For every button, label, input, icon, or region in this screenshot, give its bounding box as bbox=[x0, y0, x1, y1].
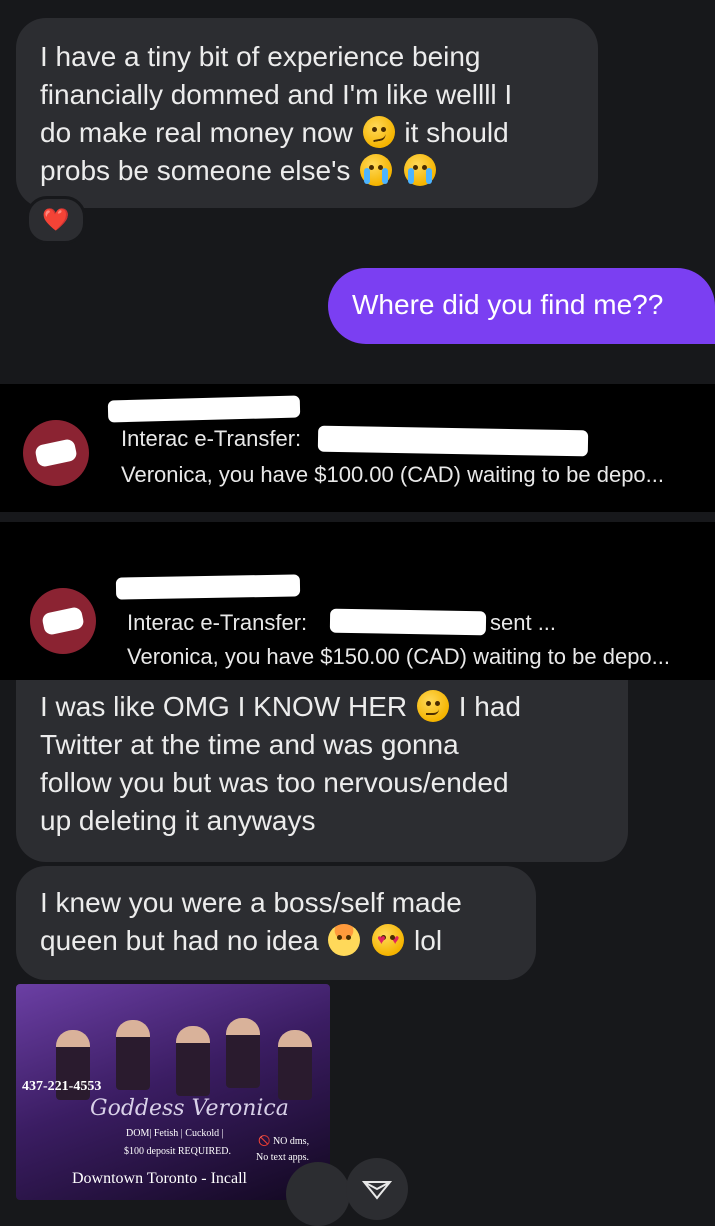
promo-image[interactable]: 437-221-4553 Goddess Veronica DOM| Fetis… bbox=[16, 984, 330, 1200]
exploding-head-emoji-icon bbox=[328, 924, 361, 956]
message-line: financially dommed and I'm like wellll I bbox=[40, 79, 513, 110]
notification-app: Interac e-Transfer: bbox=[121, 426, 302, 451]
sob-emoji-icon bbox=[403, 154, 436, 186]
message-line: follow you but was too nervous/ended bbox=[40, 767, 509, 798]
send-button[interactable] bbox=[346, 1158, 408, 1220]
message-line-wrap: queen but had no idea ♥ ♥ lol bbox=[40, 922, 512, 960]
promo-no-dms: 🚫 NO dms, bbox=[258, 1136, 310, 1147]
message-line: it should bbox=[404, 117, 509, 148]
promo-deposit: $100 deposit REQUIRED. bbox=[124, 1146, 231, 1157]
message-line: I knew you were a boss/self made bbox=[40, 887, 462, 918]
reaction-glyph: ❤️ bbox=[42, 207, 70, 232]
message-text: Where did you find me?? bbox=[352, 289, 664, 320]
message-bubble-incoming[interactable]: I was like OMG I KNOW HER I had Twitter … bbox=[16, 680, 628, 862]
message-line: I had bbox=[458, 691, 521, 722]
notification-body: Veronica, you have $150.00 (CAD) waiting… bbox=[127, 644, 671, 669]
message-line-wrap: probs be someone else's bbox=[40, 152, 574, 190]
promo-name: Goddess Veronica bbox=[90, 1096, 289, 1121]
message-bubble-incoming[interactable]: I knew you were a boss/self made queen b… bbox=[16, 866, 536, 980]
message-line: do make real money now bbox=[40, 117, 353, 148]
notification-suffix: sent ... bbox=[490, 610, 557, 635]
message-line: I was like OMG I KNOW HER bbox=[40, 691, 408, 722]
message-bubble-outgoing[interactable]: Where did you find me?? bbox=[328, 268, 715, 344]
heart-eyes-emoji-icon: ♥ ♥ bbox=[372, 924, 405, 956]
sob-emoji-icon bbox=[360, 154, 393, 186]
notification-title-row: Interac e-Transfer: bbox=[127, 610, 307, 636]
promo-phone: 437-221-4553 bbox=[22, 1079, 102, 1094]
message-line: I have a tiny bit of experience being bbox=[40, 41, 481, 72]
message-line: lol bbox=[414, 925, 443, 956]
person-figure bbox=[226, 1018, 260, 1088]
notification-body: Veronica, you have $100.00 (CAD) waiting… bbox=[121, 462, 665, 487]
interac-notification[interactable]: Interac e-Transfer: Veronica, you have $… bbox=[0, 384, 715, 512]
scroll-button[interactable] bbox=[286, 1162, 350, 1226]
smirk-emoji-icon bbox=[362, 116, 395, 148]
notification-title-row: Interac e-Transfer: bbox=[121, 426, 301, 452]
message-line: up deleting it anyways bbox=[40, 805, 316, 836]
person-figure bbox=[278, 1030, 312, 1100]
send-icon bbox=[362, 1181, 392, 1200]
message-line: Twitter at the time and was gonna bbox=[40, 729, 459, 760]
message-line: queen but had no idea bbox=[40, 925, 319, 956]
message-line-wrap: I was like OMG I KNOW HER I had bbox=[40, 688, 604, 726]
person-figure bbox=[116, 1020, 150, 1090]
person-figure bbox=[176, 1026, 210, 1096]
message-bubble-incoming[interactable]: I have a tiny bit of experience being fi… bbox=[16, 18, 598, 208]
interac-icon bbox=[23, 420, 89, 486]
promo-location: Downtown Toronto - Incall bbox=[72, 1170, 247, 1187]
redacted-detail bbox=[329, 608, 487, 636]
partial-message-strip bbox=[0, 512, 715, 522]
heart-reaction-icon[interactable]: ❤️ bbox=[26, 196, 86, 244]
notification-app: Interac e-Transfer: bbox=[127, 610, 308, 635]
relieved-emoji-icon bbox=[416, 690, 449, 722]
interac-notification[interactable]: Interac e-Transfer: sent ... Veronica, y… bbox=[0, 522, 715, 680]
redacted-sender bbox=[115, 574, 301, 600]
message-line: probs be someone else's bbox=[40, 155, 351, 186]
promo-tags: DOM| Fetish | Cuckold | bbox=[126, 1128, 224, 1139]
message-line-wrap: do make real money now it should bbox=[40, 114, 574, 152]
promo-no-text-apps: No text apps. bbox=[256, 1152, 310, 1163]
redacted-sender bbox=[107, 395, 301, 423]
interac-icon bbox=[30, 588, 96, 654]
redacted-detail bbox=[317, 425, 589, 457]
